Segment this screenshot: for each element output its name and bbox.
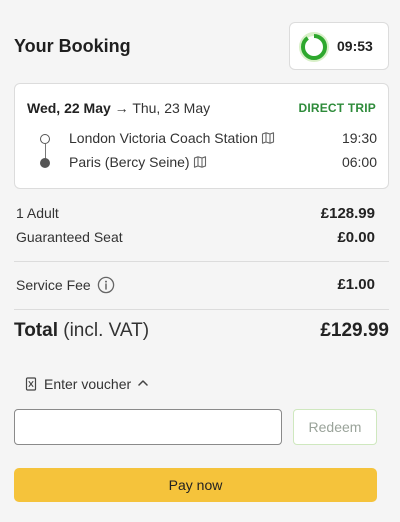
arrival-time: 06:00 [341, 154, 377, 170]
arrival-stop: Paris (Bercy Seine) 06:00 [27, 154, 377, 174]
route: London Victoria Coach Station 19:30 Pari… [27, 130, 377, 170]
pay-now-button[interactable]: Pay now [14, 468, 377, 502]
price-amount: £0.00 [337, 229, 375, 246]
total-row: Total (incl. VAT) £129.99 [14, 320, 389, 346]
enter-voucher-label: Enter voucher [44, 376, 132, 392]
service-fee-label: Service Fee [16, 277, 91, 293]
total-vat-note: (incl. VAT) [57, 320, 150, 341]
trip-dates: Wed, 22 May → Thu, 23 May [27, 100, 210, 116]
redeem-button[interactable]: Redeem [293, 409, 377, 445]
map-icon[interactable] [193, 155, 207, 169]
price-amount: £128.99 [320, 205, 375, 222]
enter-voucher-toggle[interactable]: Enter voucher [24, 376, 149, 396]
departure-stop: London Victoria Coach Station 19:30 [27, 130, 377, 164]
price-row-adult: 1 Adult £128.99 [16, 205, 375, 225]
trip-summary-card: Wed, 22 May → Thu, 23 May DIRECT TRIP Lo… [14, 83, 389, 189]
voucher-input[interactable] [14, 409, 282, 445]
page-title: Your Booking [14, 36, 131, 56]
divider [14, 261, 389, 262]
price-label: Guaranteed Seat [16, 229, 123, 245]
total-label: Total [14, 320, 58, 341]
booking-panel: Your Booking 09:53 Wed, 22 May → Thu, 23… [0, 0, 400, 522]
price-label: 1 Adult [16, 205, 59, 221]
service-fee-amount: £1.00 [337, 276, 375, 293]
divider [14, 309, 389, 310]
booking-header: Your Booking 09:53 [14, 22, 389, 72]
departure-date: Wed, 22 May [27, 100, 111, 116]
date-arrow: → [114, 100, 129, 116]
countdown-ring-icon [299, 32, 329, 62]
info-icon[interactable] [97, 276, 115, 294]
arrival-stop-name: Paris (Bercy Seine) [69, 154, 190, 170]
departure-stop-name: London Victoria Coach Station [69, 130, 258, 146]
total-amount: £129.99 [320, 320, 389, 341]
arrival-dot-icon [40, 158, 50, 168]
departure-time: 19:30 [341, 130, 377, 146]
direct-trip-badge: DIRECT TRIP [298, 101, 376, 115]
price-row-seat: Guaranteed Seat £0.00 [16, 229, 375, 249]
chevron-up-icon [138, 380, 148, 386]
countdown-time: 09:53 [337, 38, 373, 54]
voucher-icon [25, 377, 37, 391]
price-row-service-fee: Service Fee £1.00 [16, 276, 375, 296]
departure-dot-icon [40, 134, 50, 144]
arrival-date: Thu, 23 May [132, 100, 211, 116]
map-icon[interactable] [261, 131, 275, 145]
countdown-timer: 09:53 [289, 22, 389, 70]
